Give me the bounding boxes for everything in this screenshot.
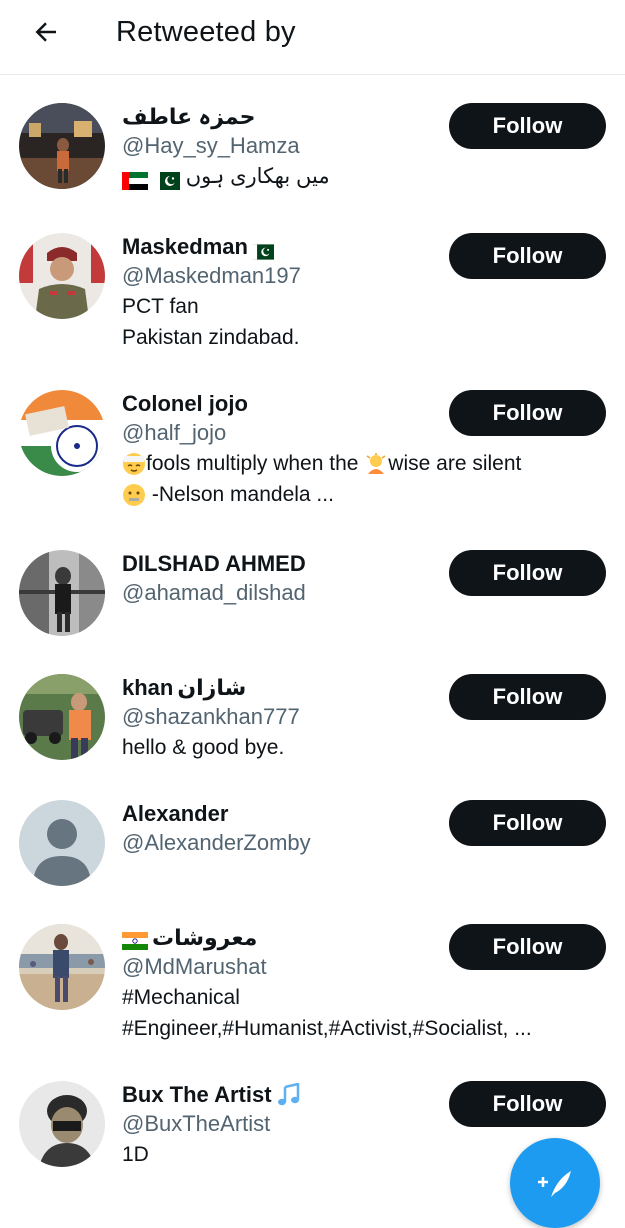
flag-uae-icon — [122, 168, 148, 191]
follow-button[interactable]: Follow — [449, 550, 606, 596]
page-title: Retweeted by — [116, 16, 296, 48]
top-app-bar: Retweeted by — [0, 0, 625, 75]
bio-line: Pakistan zindabad. — [122, 326, 300, 349]
user-name: حمزہ عاطف — [122, 104, 256, 129]
user-cell[interactable]: Alexander @AlexanderZomby Follow — [0, 800, 625, 890]
avatar[interactable] — [19, 800, 105, 886]
follow-button[interactable]: Follow — [449, 924, 606, 970]
user-cell[interactable]: khan شازان @shazankhan777 hello & good b… — [0, 674, 625, 774]
user-name: Alexander — [122, 801, 229, 826]
compose-tweet-button[interactable] — [510, 1138, 600, 1228]
bio-line: #Mechanical — [122, 986, 240, 1009]
user-name-rtl: شازان — [177, 675, 247, 700]
bio-line: hello & good bye. — [122, 736, 285, 759]
follow-button[interactable]: Follow — [449, 103, 606, 149]
user-cell[interactable]: Maskedman @Maskedman197 PCT fan Pakistan… — [0, 233, 625, 363]
user-cell[interactable]: حمزہ عاطف @Hay_sy_Hamza میں بھکاری ہوں F… — [0, 103, 625, 213]
user-bio: -Nelson mandela ... — [122, 479, 602, 510]
flag-india-icon — [122, 929, 148, 950]
back-button[interactable] — [28, 14, 64, 50]
bio-text: fools multiply when the — [146, 452, 359, 475]
person-bowing-emoji-icon — [364, 452, 388, 476]
compose-tweet-icon — [538, 1171, 571, 1197]
follow-button[interactable]: Follow — [449, 674, 606, 720]
user-name: khan — [122, 675, 174, 700]
user-cell[interactable]: DILSHAD AHMED @ahamad_dilshad Follow — [0, 550, 625, 640]
follow-button[interactable]: Follow — [449, 1081, 606, 1127]
flag-pakistan-icon — [251, 239, 274, 260]
bio-line: PCT fan — [122, 295, 199, 318]
user-name: Colonel jojo — [122, 391, 248, 416]
follow-button[interactable]: Follow — [449, 800, 606, 846]
user-name: Maskedman — [122, 234, 248, 259]
user-name: DILSHAD AHMED — [122, 551, 306, 576]
user-name: معروشات — [152, 925, 258, 950]
follow-button[interactable]: Follow — [449, 233, 606, 279]
follow-button[interactable]: Follow — [449, 390, 606, 436]
avatar[interactable] — [19, 674, 105, 760]
bio-line: #Engineer,#Humanist,#Activist,#Socialist… — [122, 1017, 532, 1040]
user-name: Bux The Artist — [122, 1082, 272, 1107]
avatar[interactable] — [19, 390, 105, 476]
flag-pakistan-icon — [153, 168, 180, 191]
bio-line: میں بھکاری ہوں — [185, 165, 330, 188]
arrow-left-icon — [35, 22, 56, 42]
user-cell[interactable]: معروشات @MdMarushat #Mechanical #Enginee… — [0, 924, 625, 1054]
bio-text: wise are silent — [388, 452, 522, 475]
avatar[interactable] — [19, 924, 105, 1010]
user-bio: fools multiply when the wise are silent — [122, 448, 602, 479]
music-note-icon — [276, 1082, 302, 1107]
avatar[interactable] — [19, 550, 105, 636]
bio-text: -Nelson mandela ... — [151, 483, 334, 506]
avatar[interactable] — [19, 1081, 105, 1167]
zipper-mouth-emoji-icon — [122, 483, 146, 507]
user-cell[interactable]: Colonel jojo @half_jojo fools multiply w… — [0, 390, 625, 520]
user-bio: میں بھکاری ہوں — [122, 161, 602, 192]
bandaged-face-emoji-icon — [122, 452, 146, 476]
avatar[interactable] — [19, 233, 105, 319]
avatar[interactable] — [19, 103, 105, 189]
